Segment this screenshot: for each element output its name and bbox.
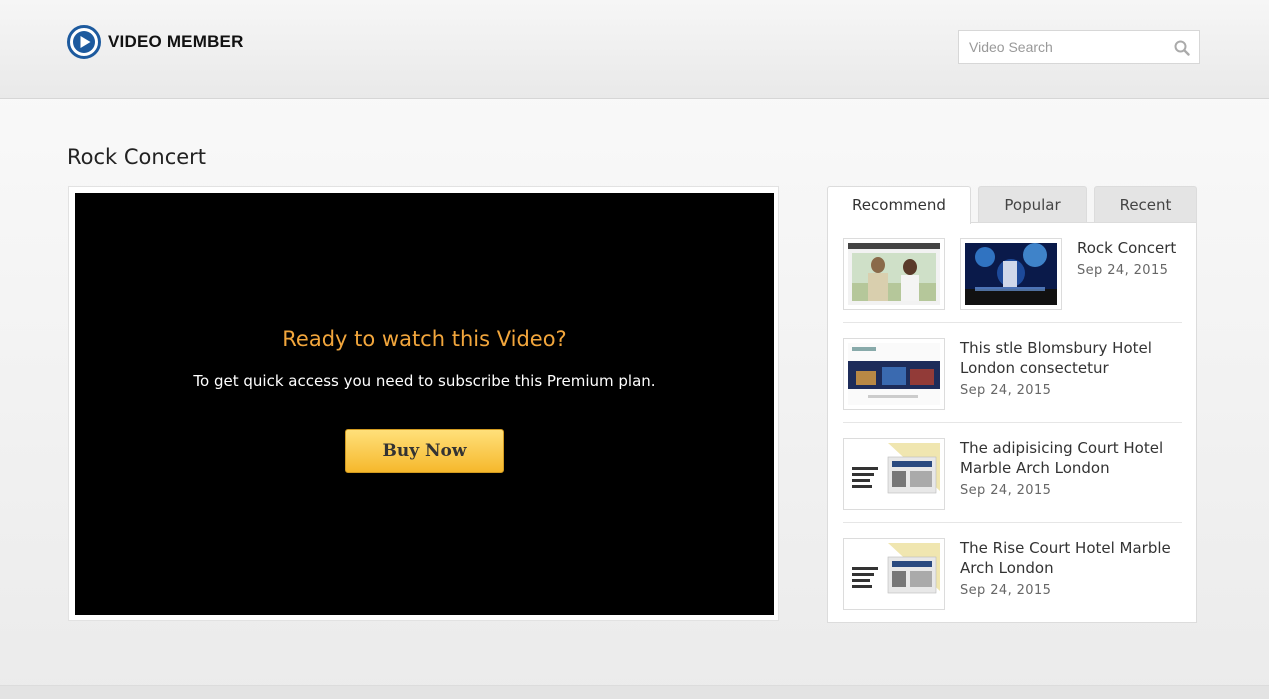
video-title[interactable]: The adipisicing Court Hotel Marble Arch … xyxy=(960,438,1180,478)
video-list-item[interactable]: This stle Blomsbury Hotel London consect… xyxy=(843,323,1182,423)
video-list-item[interactable]: The Rise Court Hotel Marble Arch London … xyxy=(843,523,1182,623)
buy-now-button[interactable]: Buy Now xyxy=(345,429,504,473)
video-title[interactable]: The Rise Court Hotel Marble Arch London xyxy=(960,538,1180,578)
subscribe-prompt-title: Ready to watch this Video? xyxy=(282,327,567,351)
video-title[interactable]: Rock Concert xyxy=(1077,238,1187,258)
search-box xyxy=(958,30,1200,64)
video-thumbnail[interactable] xyxy=(843,338,945,410)
play-logo-icon xyxy=(67,25,101,59)
video-thumbnail[interactable] xyxy=(843,538,945,610)
video-thumbnail[interactable] xyxy=(960,238,1062,310)
page-title: Rock Concert xyxy=(67,145,207,169)
video-date: Sep 24, 2015 xyxy=(1077,263,1169,278)
video-thumbnail[interactable] xyxy=(843,238,945,310)
footer xyxy=(0,685,1269,699)
tab-recent[interactable]: Recent xyxy=(1094,186,1197,223)
subscribe-prompt-text: To get quick access you need to subscrib… xyxy=(193,372,656,390)
video-sidebar: Recommend Popular Recent Rock Concert Se… xyxy=(827,186,1197,623)
video-list-panel: Rock Concert Sep 24, 2015 This stle Blom… xyxy=(827,222,1197,623)
site-logo[interactable]: VIDEO MEMBER xyxy=(67,25,244,59)
logo-text: VIDEO MEMBER xyxy=(108,32,244,51)
video-thumbnail[interactable] xyxy=(843,438,945,510)
site-header: VIDEO MEMBER xyxy=(0,0,1269,99)
video-date: Sep 24, 2015 xyxy=(960,483,1052,498)
search-input[interactable] xyxy=(959,31,1159,63)
tab-popular[interactable]: Popular xyxy=(978,186,1087,223)
search-icon[interactable] xyxy=(1174,40,1190,56)
video-date: Sep 24, 2015 xyxy=(960,383,1052,398)
video-title[interactable]: This stle Blomsbury Hotel London consect… xyxy=(960,338,1180,378)
video-player[interactable]: Ready to watch this Video? To get quick … xyxy=(75,193,774,615)
video-list-item[interactable]: The adipisicing Court Hotel Marble Arch … xyxy=(843,423,1182,523)
tab-recommend[interactable]: Recommend xyxy=(827,186,971,224)
video-date: Sep 24, 2015 xyxy=(960,583,1052,598)
video-player-frame: Ready to watch this Video? To get quick … xyxy=(68,186,779,621)
video-list-item[interactable]: Rock Concert Sep 24, 2015 xyxy=(843,223,1182,323)
